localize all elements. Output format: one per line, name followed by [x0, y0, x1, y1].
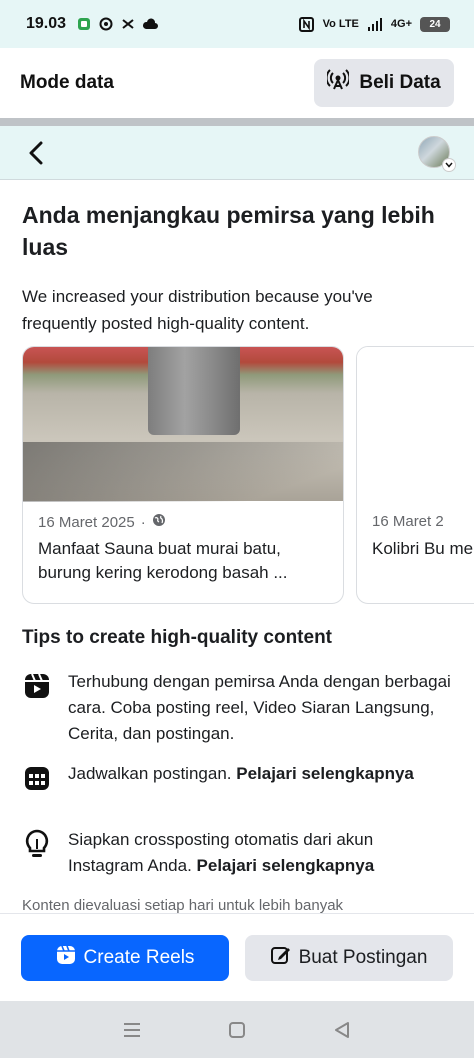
page-title: Anda menjangkau pemirsa yang lebih luas [22, 202, 435, 260]
notification-icons [76, 16, 159, 32]
system-icons: Vo LTE 4G+ 24 [299, 16, 450, 32]
tip-item: Terhubung dengan pemirsa Anda dengan ber… [22, 669, 452, 747]
chevron-down-icon [442, 157, 456, 172]
post-thumbnail [357, 347, 474, 501]
data-mode-bar: Mode data Beli Data [0, 48, 474, 118]
create-post-label: Buat Postingan [298, 946, 428, 968]
reel-icon [22, 671, 52, 701]
app-notification-icon [76, 16, 92, 32]
battery-icon: 24 [420, 16, 450, 32]
recents-button[interactable] [117, 1015, 147, 1045]
status-bar: 19.03 Vo LTE 4G+ 24 [0, 0, 474, 48]
create-post-button[interactable]: Buat Postingan [245, 934, 453, 981]
system-nav-bar [0, 1001, 474, 1058]
home-icon [228, 1021, 245, 1038]
status-time: 19.03 [26, 15, 67, 32]
menu-icon [124, 1022, 141, 1037]
post-date: 16 Maret 2 [372, 513, 444, 530]
tip-text: Terhubung dengan pemirsa Anda dengan ber… [68, 672, 451, 743]
back-triangle-icon [334, 1021, 349, 1038]
capcut-icon [120, 16, 136, 32]
back-arrow-icon [29, 141, 43, 164]
bottom-action-bar: Create Reels Buat Postingan [0, 913, 474, 1001]
sync-icon [98, 16, 114, 32]
system-back-button[interactable] [327, 1015, 357, 1045]
profile-switcher[interactable] [418, 135, 456, 172]
tip-body: Jadwalkan postingan. [68, 764, 237, 783]
data-mode-title: Mode data [20, 72, 114, 93]
calendar-icon [22, 763, 52, 793]
buy-data-button[interactable]: Beli Data [314, 59, 454, 107]
edit-icon [270, 945, 291, 971]
tip-item: Jadwalkan postingan. Pelajari selengkapn… [22, 761, 452, 793]
signal-icon [367, 16, 383, 32]
tip-item: Siapkan crossposting otomatis dari akun … [22, 827, 452, 879]
create-reels-button[interactable]: Create Reels [21, 934, 229, 981]
volte-label: Vo LTE [322, 18, 359, 30]
network-type-label: 4G+ [390, 18, 412, 30]
create-reels-label: Create Reels [83, 946, 195, 968]
post-date: 16 Maret 2025 [38, 513, 135, 531]
post-meta: 16 Maret 2025 · [38, 513, 166, 531]
nfc-icon [299, 16, 315, 32]
tips-heading: Tips to create high-quality content [22, 627, 333, 648]
tip-text: Siapkan crossposting otomatis dari akun … [68, 827, 452, 879]
page-subtitle: We increased your distribution because y… [22, 287, 373, 333]
meta-separator: · [140, 513, 146, 531]
post-card[interactable]: 16 Maret 2 Kolibri Bu meniruka [356, 346, 474, 604]
home-button[interactable] [222, 1015, 252, 1045]
learn-more-link[interactable]: Pelajari selengkapnya [236, 764, 414, 783]
learn-more-link[interactable]: Pelajari selengkapnya [197, 856, 375, 875]
post-card[interactable]: 16 Maret 2025 · Manfaat Sauna buat murai… [22, 346, 344, 604]
post-thumbnail [23, 347, 343, 502]
footnote: Konten dievaluasi setiap hari untuk lebi… [22, 897, 344, 913]
post-title: Manfaat Sauna buat murai batu, burung ke… [38, 539, 288, 582]
post-meta: 16 Maret 2 [372, 513, 444, 530]
post-title: Kolibri Bu meniruka [372, 539, 474, 558]
lightbulb-icon [22, 829, 52, 859]
back-button[interactable] [22, 139, 50, 167]
main-content: Anda menjangkau pemirsa yang lebih luas … [0, 181, 474, 913]
divider [0, 118, 474, 126]
tip-text: Jadwalkan postingan. Pelajari selengkapn… [68, 761, 414, 793]
cloud-icon [142, 16, 159, 32]
reel-icon [56, 945, 76, 971]
top-nav-bar [0, 126, 474, 180]
broadcast-icon [325, 69, 351, 97]
buy-data-label: Beli Data [359, 72, 441, 93]
globe-icon [152, 513, 166, 531]
